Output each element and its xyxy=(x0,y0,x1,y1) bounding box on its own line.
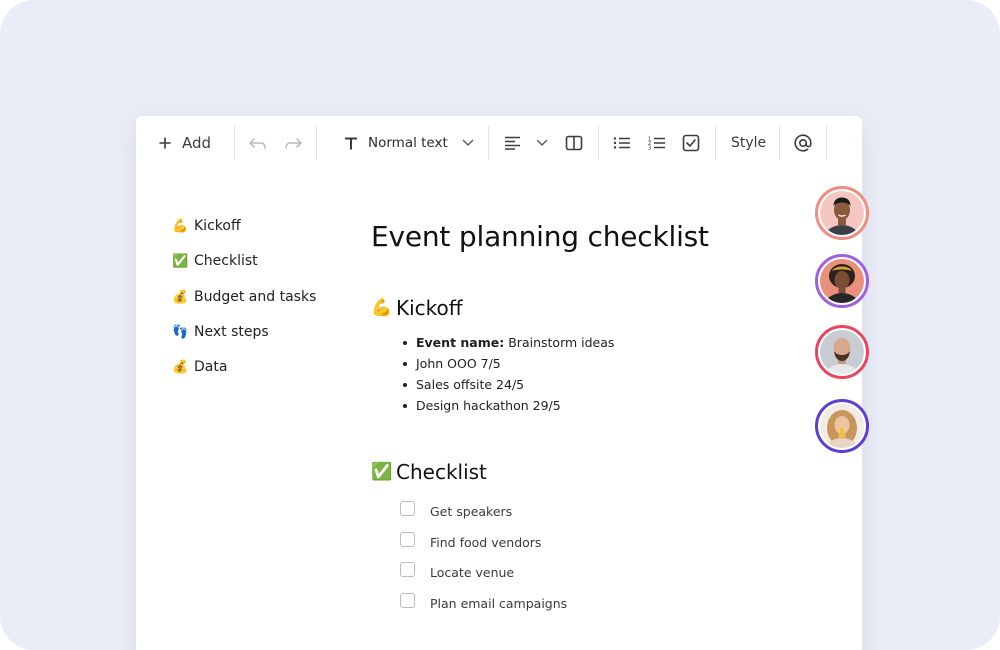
columns-button[interactable] xyxy=(565,130,583,156)
svg-text:3: 3 xyxy=(648,146,651,151)
outline-item-checklist[interactable]: ✅ Checklist xyxy=(172,251,258,271)
checklist-button[interactable] xyxy=(682,130,700,156)
at-mention-icon xyxy=(793,133,813,153)
checklist-item: Plan email campaigns xyxy=(400,588,567,619)
kickoff-bullet-list: Event name: Brainstorm ideas John OOO 7/… xyxy=(401,332,614,416)
document-window: Add Normal text 1 2 3 Style 💪 Kickoff ✅ … xyxy=(136,116,862,650)
outline-item-kickoff[interactable]: 💪 Kickoff xyxy=(172,216,241,236)
text-format-icon xyxy=(344,136,358,150)
add-button[interactable]: Add xyxy=(158,130,211,156)
align-left-icon xyxy=(504,136,522,150)
avatar-photo xyxy=(820,259,864,303)
bullet-dot xyxy=(403,340,407,345)
toolbar-divider xyxy=(488,126,489,160)
list-item[interactable]: Sales offsite 24/5 xyxy=(401,374,614,395)
toolbar-divider xyxy=(826,126,827,160)
outline-item-label: Kickoff xyxy=(194,218,241,234)
outline-item-label: Budget and tasks xyxy=(194,289,317,305)
document-title[interactable]: Event planning checklist xyxy=(371,220,709,253)
money-bag-icon: 💰 xyxy=(172,359,189,375)
toolbar-divider xyxy=(316,126,317,160)
checklist-item-label[interactable]: Find food vendors xyxy=(430,535,541,550)
outline-item-label: Checklist xyxy=(194,253,258,269)
checkbox[interactable] xyxy=(400,562,415,578)
redo-button[interactable] xyxy=(283,130,303,156)
avatar[interactable] xyxy=(815,186,869,240)
flexed-biceps-icon: 💪 xyxy=(172,218,189,234)
bulleted-list-button[interactable] xyxy=(613,130,631,156)
style-button[interactable]: Style xyxy=(731,130,766,156)
footprints-icon: 👣 xyxy=(172,324,189,340)
checklist-item-label[interactable]: Plan email campaigns xyxy=(430,596,567,611)
undo-icon xyxy=(248,136,268,150)
outline-item-label: Data xyxy=(194,359,228,375)
bullet-text: John OOO 7/5 xyxy=(416,356,501,371)
checklist-item-label[interactable]: Locate venue xyxy=(430,565,514,580)
outline-item-data[interactable]: 💰 Data xyxy=(172,357,227,377)
heading-text: Kickoff xyxy=(396,296,463,320)
check-mark-icon: ✅ xyxy=(371,462,393,482)
checklist-item-label[interactable]: Get speakers xyxy=(430,504,512,519)
checklist-item: Get speakers xyxy=(400,496,567,527)
check-mark-icon: ✅ xyxy=(172,253,189,269)
list-item[interactable]: Design hackathon 29/5 xyxy=(401,395,614,416)
toolbar-divider xyxy=(715,126,716,160)
bullet-text: Brainstorm ideas xyxy=(508,335,615,350)
add-label: Add xyxy=(182,134,212,152)
list-item[interactable]: John OOO 7/5 xyxy=(401,353,614,374)
bullet-text: Sales offsite 24/5 xyxy=(416,377,525,392)
outline-item-budget[interactable]: 💰 Budget and tasks xyxy=(172,287,316,307)
avatar[interactable] xyxy=(815,254,869,308)
plus-icon xyxy=(158,136,172,150)
text-style-dropdown[interactable]: Normal text xyxy=(344,130,474,156)
mention-button[interactable] xyxy=(793,130,813,156)
avatar[interactable] xyxy=(815,325,869,379)
checkbox[interactable] xyxy=(400,592,415,608)
toolbar: Add Normal text 1 2 3 Style xyxy=(136,116,862,170)
bullet-dot xyxy=(403,382,407,387)
background-frame: Add Normal text 1 2 3 Style 💪 Kickoff ✅ … xyxy=(0,0,1000,650)
toolbar-divider xyxy=(779,126,780,160)
checklist-item: Find food vendors xyxy=(400,527,567,558)
avatar[interactable] xyxy=(815,399,869,453)
avatar-photo xyxy=(820,404,864,448)
toolbar-divider xyxy=(234,126,235,160)
checkbox-icon xyxy=(682,134,700,152)
avatar-photo xyxy=(820,191,864,235)
chevron-down-icon xyxy=(536,139,548,147)
bullet-text: Design hackathon 29/5 xyxy=(416,398,561,413)
bullet-dot xyxy=(403,403,407,408)
checklist: Get speakers Find food vendors Locate ve… xyxy=(400,496,567,619)
text-style-label: Normal text xyxy=(368,135,448,151)
layout-columns-icon xyxy=(565,135,583,151)
checklist-item: Locate venue xyxy=(400,557,567,588)
align-button[interactable] xyxy=(504,130,522,156)
outline-item-next-steps[interactable]: 👣 Next steps xyxy=(172,322,269,342)
outline-item-label: Next steps xyxy=(194,324,269,340)
bullet-bold-label: Event name: xyxy=(416,335,505,350)
heading-text: Checklist xyxy=(396,460,487,484)
kickoff-heading[interactable]: 💪 Kickoff xyxy=(371,294,463,322)
money-bag-icon: 💰 xyxy=(172,289,189,305)
numbered-list-button[interactable]: 123 xyxy=(648,130,666,156)
undo-button[interactable] xyxy=(248,130,268,156)
redo-icon xyxy=(283,136,303,150)
numbered-list-icon: 123 xyxy=(648,136,666,150)
flexed-biceps-icon: 💪 xyxy=(371,298,393,318)
bullet-dot xyxy=(403,361,407,366)
align-dropdown-button[interactable] xyxy=(536,130,548,156)
checkbox[interactable] xyxy=(400,500,415,516)
checklist-heading[interactable]: ✅ Checklist xyxy=(371,458,487,486)
chevron-down-icon xyxy=(462,139,474,147)
bulleted-list-icon xyxy=(613,136,631,150)
list-item[interactable]: Event name: Brainstorm ideas xyxy=(401,332,614,353)
style-label: Style xyxy=(731,135,767,151)
avatar-photo xyxy=(820,330,864,374)
checkbox[interactable] xyxy=(400,531,415,547)
toolbar-divider xyxy=(598,126,599,160)
